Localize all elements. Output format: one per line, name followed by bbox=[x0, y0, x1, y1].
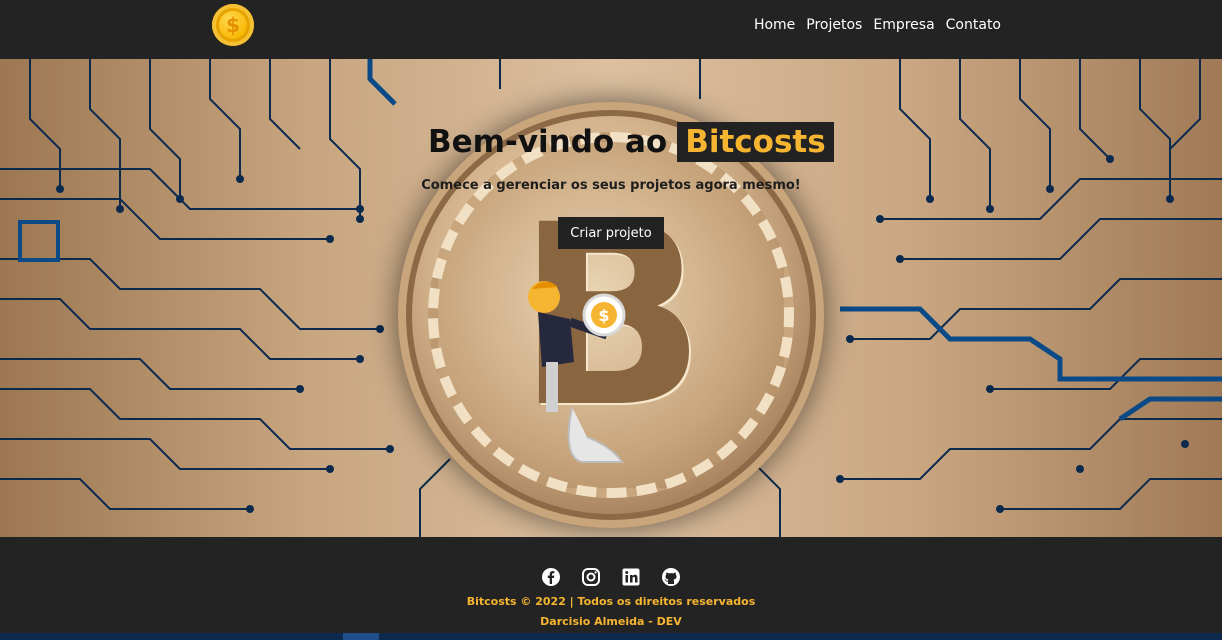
nav-empresa-link[interactable]: Empresa bbox=[873, 17, 934, 33]
nav-links: Home Projetos Empresa Contato bbox=[754, 17, 1001, 33]
copyright-text: Bitcosts © 2022 | Todos os direitos rese… bbox=[466, 595, 756, 608]
hero-title: Bem-vindo ao Bitcosts bbox=[428, 120, 834, 164]
hero-subtitle: Comece a gerenciar os seus projetos agor… bbox=[421, 178, 801, 193]
man-holding-coin-illustration: $ bbox=[528, 281, 626, 463]
criar-projeto-button[interactable]: Criar projeto bbox=[558, 217, 664, 249]
footer-circuit-strip bbox=[0, 633, 1222, 640]
money-glyph: $ bbox=[598, 306, 609, 325]
logo-glyph: $ bbox=[226, 13, 240, 37]
coin-dollar-icon[interactable]: $ bbox=[212, 4, 254, 46]
navbar: $ Home Projetos Empresa Contato bbox=[0, 0, 1222, 59]
social-links bbox=[0, 567, 1222, 587]
hero-section: B $ Bem-vindo ao Bitcosts Comece a geren… bbox=[0, 59, 1222, 537]
linkedin-icon[interactable] bbox=[621, 567, 641, 587]
hero-title-brand: Bitcosts bbox=[677, 122, 834, 162]
nav-projetos-link[interactable]: Projetos bbox=[806, 17, 862, 33]
nav-contato-link[interactable]: Contato bbox=[946, 17, 1001, 33]
nav-home-link[interactable]: Home bbox=[754, 17, 795, 33]
instagram-icon[interactable] bbox=[581, 567, 601, 587]
footer: Bitcosts © 2022 | Todos os direitos rese… bbox=[0, 537, 1222, 640]
hero-title-prefix: Bem-vindo ao bbox=[428, 124, 668, 160]
github-icon[interactable] bbox=[661, 567, 681, 587]
facebook-icon[interactable] bbox=[541, 567, 561, 587]
developer-credit: Darcisio Almeida - DEV bbox=[540, 615, 682, 628]
footer-strip-accent bbox=[343, 633, 379, 640]
